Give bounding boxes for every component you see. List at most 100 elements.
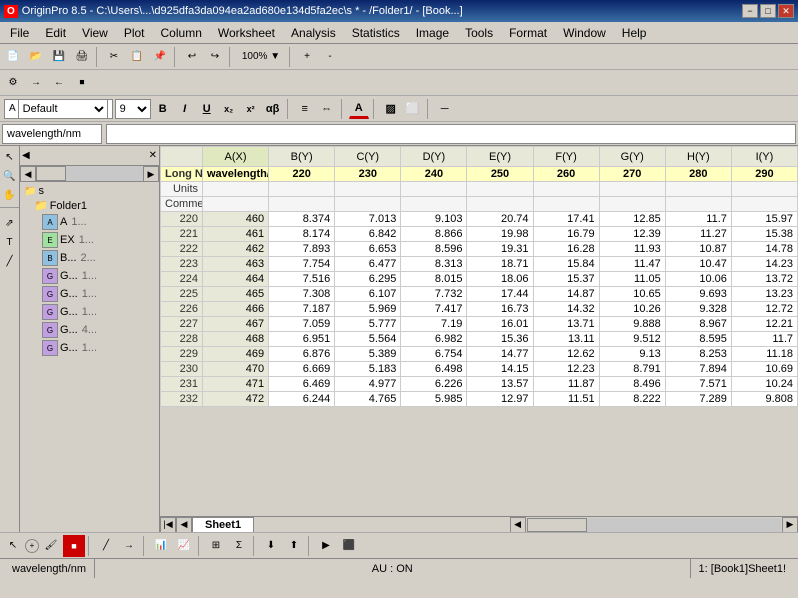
tree-item-4[interactable]: G G... 1... — [22, 285, 157, 303]
sheet-tab-1[interactable]: Sheet1 — [192, 517, 254, 532]
fill-color-btn[interactable]: ▨ — [381, 99, 401, 119]
cell-4-1[interactable]: 7.516 — [269, 272, 335, 287]
border-btn[interactable]: ⬜ — [403, 99, 423, 119]
cell-7-2[interactable]: 5.777 — [335, 317, 401, 332]
bold-button[interactable]: B — [153, 99, 173, 119]
comments-a[interactable] — [203, 197, 269, 212]
comments-f[interactable] — [533, 197, 599, 212]
cell-7-6[interactable]: 9.888 — [599, 317, 665, 332]
cell-11-8[interactable]: 10.24 — [731, 377, 797, 392]
col-header-a[interactable]: A(X) — [203, 147, 269, 167]
menu-analysis[interactable]: Analysis — [283, 24, 344, 42]
cell-12-4[interactable]: 12.97 — [467, 392, 533, 407]
tree-item-6[interactable]: G G... 4... — [22, 321, 157, 339]
long-name-f[interactable]: 260 — [533, 167, 599, 182]
col-header-g[interactable]: G(Y) — [599, 147, 665, 167]
underline-button[interactable]: U — [197, 99, 217, 119]
cell-7-4[interactable]: 16.01 — [467, 317, 533, 332]
cell-4-2[interactable]: 6.295 — [335, 272, 401, 287]
cell-4-7[interactable]: 10.06 — [665, 272, 731, 287]
cell-6-3[interactable]: 7.417 — [401, 302, 467, 317]
zoom-select[interactable]: 100% ▼ — [236, 46, 286, 68]
minimize-button[interactable]: − — [742, 4, 758, 18]
cell-3-4[interactable]: 18.71 — [467, 257, 533, 272]
cell-8-3[interactable]: 6.982 — [401, 332, 467, 347]
cell-11-2[interactable]: 4.977 — [335, 377, 401, 392]
cell-10-7[interactable]: 7.894 — [665, 362, 731, 377]
cell-9-7[interactable]: 8.253 — [665, 347, 731, 362]
cell-1-4[interactable]: 19.98 — [467, 227, 533, 242]
cell-3-1[interactable]: 7.754 — [269, 257, 335, 272]
menu-help[interactable]: Help — [614, 24, 655, 42]
menu-file[interactable]: File — [2, 24, 37, 42]
panel-close[interactable]: ✕ — [149, 150, 157, 161]
cell-5-0[interactable]: 465 — [203, 287, 269, 302]
cell-0-7[interactable]: 11.7 — [665, 212, 731, 227]
copy-btn[interactable]: 📋 — [126, 46, 148, 68]
comments-h[interactable] — [665, 197, 731, 212]
cell-11-1[interactable]: 6.469 — [269, 377, 335, 392]
cell-6-5[interactable]: 14.32 — [533, 302, 599, 317]
col-header-f[interactable]: F(Y) — [533, 147, 599, 167]
tree-folder[interactable]: 📁 Folder1 — [22, 198, 157, 213]
cell-7-0[interactable]: 467 — [203, 317, 269, 332]
cell-1-1[interactable]: 8.174 — [269, 227, 335, 242]
cell-0-6[interactable]: 12.85 — [599, 212, 665, 227]
cell-4-4[interactable]: 18.06 — [467, 272, 533, 287]
maximize-button[interactable]: □ — [760, 4, 776, 18]
font-size-select[interactable]: 9 — [115, 99, 151, 119]
cell-5-6[interactable]: 10.65 — [599, 287, 665, 302]
tree-item-0[interactable]: A A 1... — [22, 213, 157, 231]
menu-column[interactable]: Column — [153, 24, 210, 42]
cell-8-8[interactable]: 11.7 — [731, 332, 797, 347]
line-tool[interactable]: ╱ — [1, 252, 19, 270]
paste-btn[interactable]: 📌 — [149, 46, 171, 68]
menu-image[interactable]: Image — [408, 24, 457, 42]
cell-12-2[interactable]: 4.765 — [335, 392, 401, 407]
cell-8-0[interactable]: 468 — [203, 332, 269, 347]
cell-5-1[interactable]: 7.308 — [269, 287, 335, 302]
cell-3-8[interactable]: 14.23 — [731, 257, 797, 272]
menu-statistics[interactable]: Statistics — [344, 24, 408, 42]
cell-7-7[interactable]: 8.967 — [665, 317, 731, 332]
units-h[interactable] — [665, 182, 731, 197]
arrow2-btn[interactable]: ← — [48, 72, 70, 94]
cell-5-3[interactable]: 7.732 — [401, 287, 467, 302]
cell-12-0[interactable]: 472 — [203, 392, 269, 407]
text-tool[interactable]: T — [1, 233, 19, 251]
cell-10-0[interactable]: 470 — [203, 362, 269, 377]
brush-btn[interactable]: 🖌 — [40, 535, 62, 557]
export-btn[interactable]: ⬆ — [283, 535, 305, 557]
menu-format[interactable]: Format — [501, 24, 555, 42]
col-header-e[interactable]: E(Y) — [467, 147, 533, 167]
cell-0-0[interactable]: 460 — [203, 212, 269, 227]
scroll-left-btn[interactable]: ◀ — [510, 517, 526, 533]
cell-9-4[interactable]: 14.77 — [467, 347, 533, 362]
long-name-b[interactable]: 220 — [269, 167, 335, 182]
cell-4-8[interactable]: 13.72 — [731, 272, 797, 287]
cell-4-3[interactable]: 8.015 — [401, 272, 467, 287]
cell-12-8[interactable]: 9.808 — [731, 392, 797, 407]
cell-12-1[interactable]: 6.244 — [269, 392, 335, 407]
font-select[interactable]: Default — [18, 99, 108, 119]
col-add-btn[interactable]: + — [296, 46, 318, 68]
arrow-draw-btn[interactable]: → — [118, 535, 140, 557]
cell-10-6[interactable]: 8.791 — [599, 362, 665, 377]
open-btn[interactable]: 📂 — [25, 46, 47, 68]
menu-edit[interactable]: Edit — [37, 24, 74, 42]
cell-9-1[interactable]: 6.876 — [269, 347, 335, 362]
font-color-btn[interactable]: A — [349, 99, 369, 119]
cell-10-8[interactable]: 10.69 — [731, 362, 797, 377]
cell-0-3[interactable]: 9.103 — [401, 212, 467, 227]
calc-btn[interactable]: Σ — [228, 535, 250, 557]
undo-btn[interactable]: ↩ — [181, 46, 203, 68]
cell-3-6[interactable]: 11.47 — [599, 257, 665, 272]
units-a[interactable] — [203, 182, 269, 197]
tree-root[interactable]: 📁 s — [22, 184, 157, 198]
cell-1-6[interactable]: 12.39 — [599, 227, 665, 242]
cell-0-4[interactable]: 20.74 — [467, 212, 533, 227]
script-run-btn[interactable]: ▶ — [315, 535, 337, 557]
pointer-tool[interactable]: ↖ — [1, 148, 19, 166]
cell-11-7[interactable]: 7.571 — [665, 377, 731, 392]
stop-btn[interactable]: ⏹ — [71, 72, 93, 94]
